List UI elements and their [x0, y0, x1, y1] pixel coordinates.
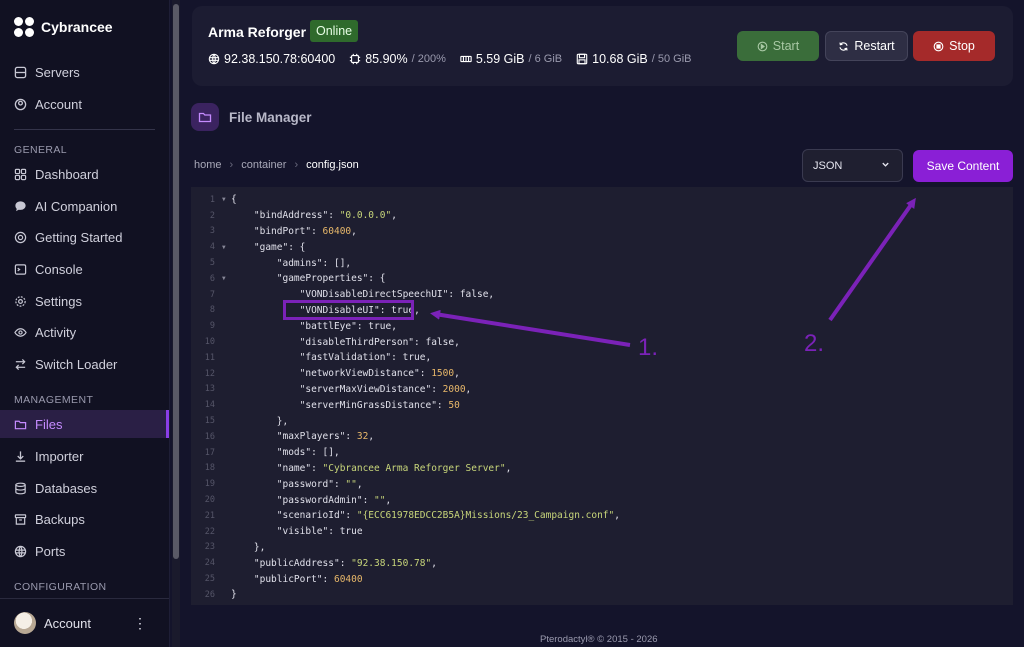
annotation-arrow-1 [430, 309, 631, 347]
annotation-label-1: 1. [638, 334, 659, 361]
annotation-arrow-2 [828, 197, 916, 322]
annotation-arrows [430, 197, 916, 347]
annotation-label-2: 2. [804, 330, 825, 357]
footer-copyright: Pterodactyl® © 2015 - 2026 [540, 634, 658, 645]
